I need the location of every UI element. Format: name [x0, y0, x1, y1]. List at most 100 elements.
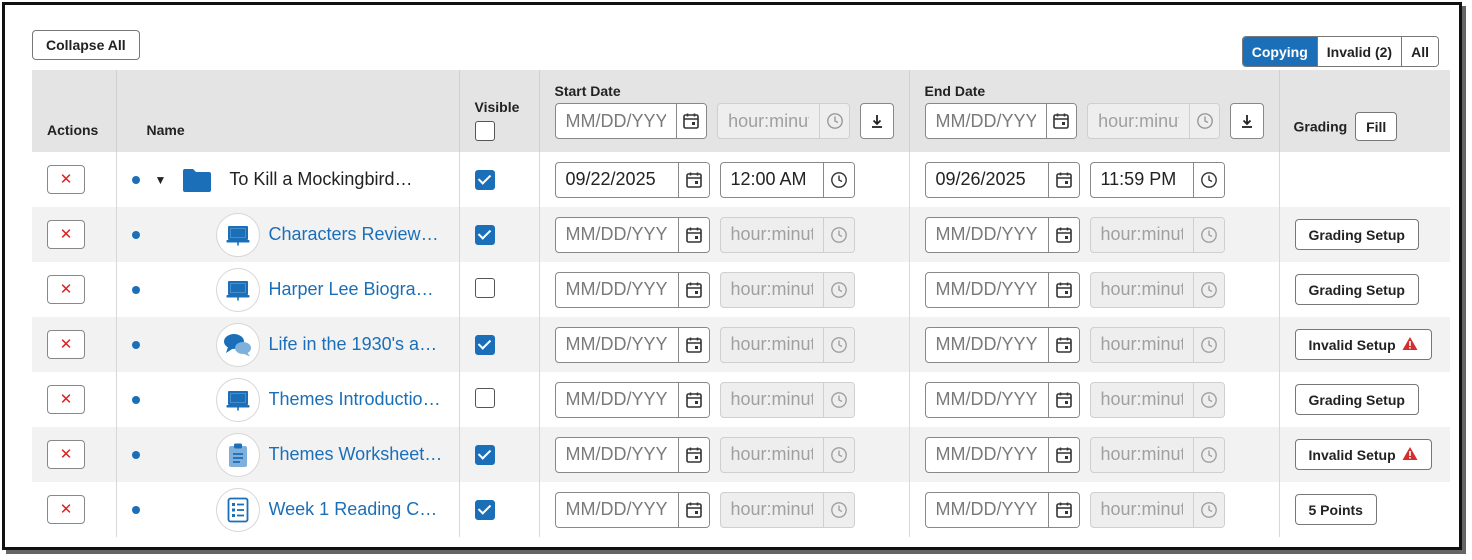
- end-time-bulk-input[interactable]: [1088, 104, 1190, 138]
- start-time-input[interactable]: [720, 382, 824, 417]
- end-time-input[interactable]: [1090, 272, 1194, 307]
- start-time-bulk-input[interactable]: [718, 104, 820, 138]
- item-name-link[interactable]: Life in the 1930's and Jim Crow: [269, 334, 444, 355]
- start-date-input[interactable]: [555, 272, 678, 307]
- clock-icon[interactable]: [1193, 492, 1224, 527]
- clock-icon[interactable]: [823, 162, 854, 197]
- filter-copying-tab[interactable]: Copying: [1242, 37, 1317, 66]
- end-date-input[interactable]: [925, 492, 1048, 527]
- calendar-icon[interactable]: [1047, 272, 1079, 307]
- end-time-input[interactable]: [1090, 492, 1194, 527]
- clock-icon[interactable]: [823, 272, 854, 307]
- fill-button[interactable]: Fill: [1355, 112, 1398, 141]
- calendar-icon[interactable]: [677, 217, 709, 252]
- end-time-input[interactable]: [1090, 217, 1194, 252]
- collapse-all-button[interactable]: Collapse All: [32, 30, 140, 60]
- calendar-icon[interactable]: [675, 104, 707, 138]
- remove-item-button[interactable]: ✕: [47, 220, 85, 249]
- apply-start-date-down-button[interactable]: [860, 103, 894, 139]
- start-date-input[interactable]: [555, 327, 678, 362]
- remove-item-button[interactable]: ✕: [47, 165, 85, 194]
- clock-icon[interactable]: [823, 437, 854, 472]
- visible-checkbox[interactable]: [474, 388, 495, 408]
- visible-checkbox[interactable]: [474, 499, 495, 520]
- calendar-icon[interactable]: [677, 272, 709, 307]
- calendar-icon[interactable]: [677, 327, 709, 362]
- item-name-link[interactable]: Week 1 Reading Check Quiz: [269, 499, 444, 520]
- calendar-icon[interactable]: [1047, 492, 1079, 527]
- clock-icon[interactable]: [1193, 162, 1224, 197]
- end-time-input[interactable]: [1090, 382, 1194, 417]
- calendar-icon[interactable]: [677, 437, 709, 472]
- grading-setup-button[interactable]: 5 Points: [1294, 494, 1377, 525]
- visible-checkbox[interactable]: [474, 224, 495, 245]
- calendar-icon[interactable]: [1047, 437, 1079, 472]
- item-name-link[interactable]: Characters Review Lesson: [269, 224, 444, 245]
- start-time-input[interactable]: [720, 272, 824, 307]
- visible-checkbox[interactable]: [474, 278, 495, 298]
- end-time-input[interactable]: [1090, 437, 1194, 472]
- apply-end-date-down-button[interactable]: [1230, 103, 1264, 139]
- start-time-input[interactable]: [720, 437, 824, 472]
- end-date-input[interactable]: [925, 272, 1048, 307]
- clock-icon[interactable]: [823, 327, 854, 362]
- start-date-bulk-input[interactable]: [555, 104, 676, 138]
- start-date-input[interactable]: [555, 382, 678, 417]
- remove-item-button[interactable]: ✕: [47, 440, 85, 469]
- visible-checkbox[interactable]: [474, 334, 495, 355]
- end-time-input[interactable]: [1090, 162, 1194, 197]
- caret-down-icon[interactable]: ▼: [155, 173, 167, 187]
- clock-icon[interactable]: [823, 382, 854, 417]
- item-name-link[interactable]: Harper Lee Biography Lesson: [269, 279, 444, 300]
- filter-invalid-tab[interactable]: Invalid (2): [1316, 37, 1402, 66]
- grading-setup-button[interactable]: Grading Setup: [1294, 384, 1419, 415]
- start-time-input[interactable]: [720, 162, 824, 197]
- end-date-input[interactable]: [925, 437, 1048, 472]
- calendar-icon[interactable]: [1045, 104, 1077, 138]
- remove-item-button[interactable]: ✕: [47, 495, 85, 524]
- end-date-input[interactable]: [925, 162, 1048, 197]
- filter-all-tab[interactable]: All: [1401, 37, 1438, 66]
- invalid-setup-button[interactable]: Invalid Setup: [1294, 439, 1432, 470]
- calendar-icon[interactable]: [677, 492, 709, 527]
- clock-icon[interactable]: [1193, 437, 1224, 472]
- end-time-input[interactable]: [1090, 327, 1194, 362]
- start-time-input[interactable]: [720, 492, 824, 527]
- item-name-link[interactable]: Themes Worksheet - Chapter 1: [269, 444, 444, 465]
- remove-item-button[interactable]: ✕: [47, 275, 85, 304]
- end-date-input[interactable]: [925, 382, 1048, 417]
- start-time-field: [719, 271, 855, 308]
- end-date-input[interactable]: [925, 217, 1048, 252]
- start-time-input[interactable]: [720, 327, 824, 362]
- start-date-input[interactable]: [555, 162, 678, 197]
- clock-icon[interactable]: [1193, 217, 1224, 252]
- invalid-setup-button[interactable]: Invalid Setup: [1294, 329, 1432, 360]
- remove-item-button[interactable]: ✕: [47, 330, 85, 359]
- clock-icon[interactable]: [1193, 327, 1224, 362]
- grading-setup-button[interactable]: Grading Setup: [1294, 219, 1419, 250]
- clock-icon[interactable]: [1189, 104, 1219, 138]
- calendar-icon[interactable]: [1047, 327, 1079, 362]
- start-date-input[interactable]: [555, 437, 678, 472]
- clock-icon[interactable]: [823, 492, 854, 527]
- start-date-input[interactable]: [555, 217, 678, 252]
- clock-icon[interactable]: [819, 104, 849, 138]
- clock-icon[interactable]: [1193, 382, 1224, 417]
- calendar-icon[interactable]: [1047, 162, 1079, 197]
- remove-item-button[interactable]: ✕: [47, 385, 85, 414]
- visible-all-checkbox[interactable]: [474, 121, 495, 141]
- calendar-icon[interactable]: [1047, 217, 1079, 252]
- calendar-icon[interactable]: [677, 382, 709, 417]
- clock-icon[interactable]: [1193, 272, 1224, 307]
- start-date-input[interactable]: [555, 492, 678, 527]
- end-date-bulk-input[interactable]: [925, 104, 1046, 138]
- item-name-link[interactable]: Themes Introduction Lesson: [269, 389, 444, 410]
- visible-checkbox[interactable]: [474, 169, 495, 190]
- end-date-input[interactable]: [925, 327, 1048, 362]
- visible-checkbox[interactable]: [474, 444, 495, 465]
- calendar-icon[interactable]: [677, 162, 709, 197]
- clock-icon[interactable]: [823, 217, 854, 252]
- start-time-input[interactable]: [720, 217, 824, 252]
- grading-setup-button[interactable]: Grading Setup: [1294, 274, 1419, 305]
- calendar-icon[interactable]: [1047, 382, 1079, 417]
